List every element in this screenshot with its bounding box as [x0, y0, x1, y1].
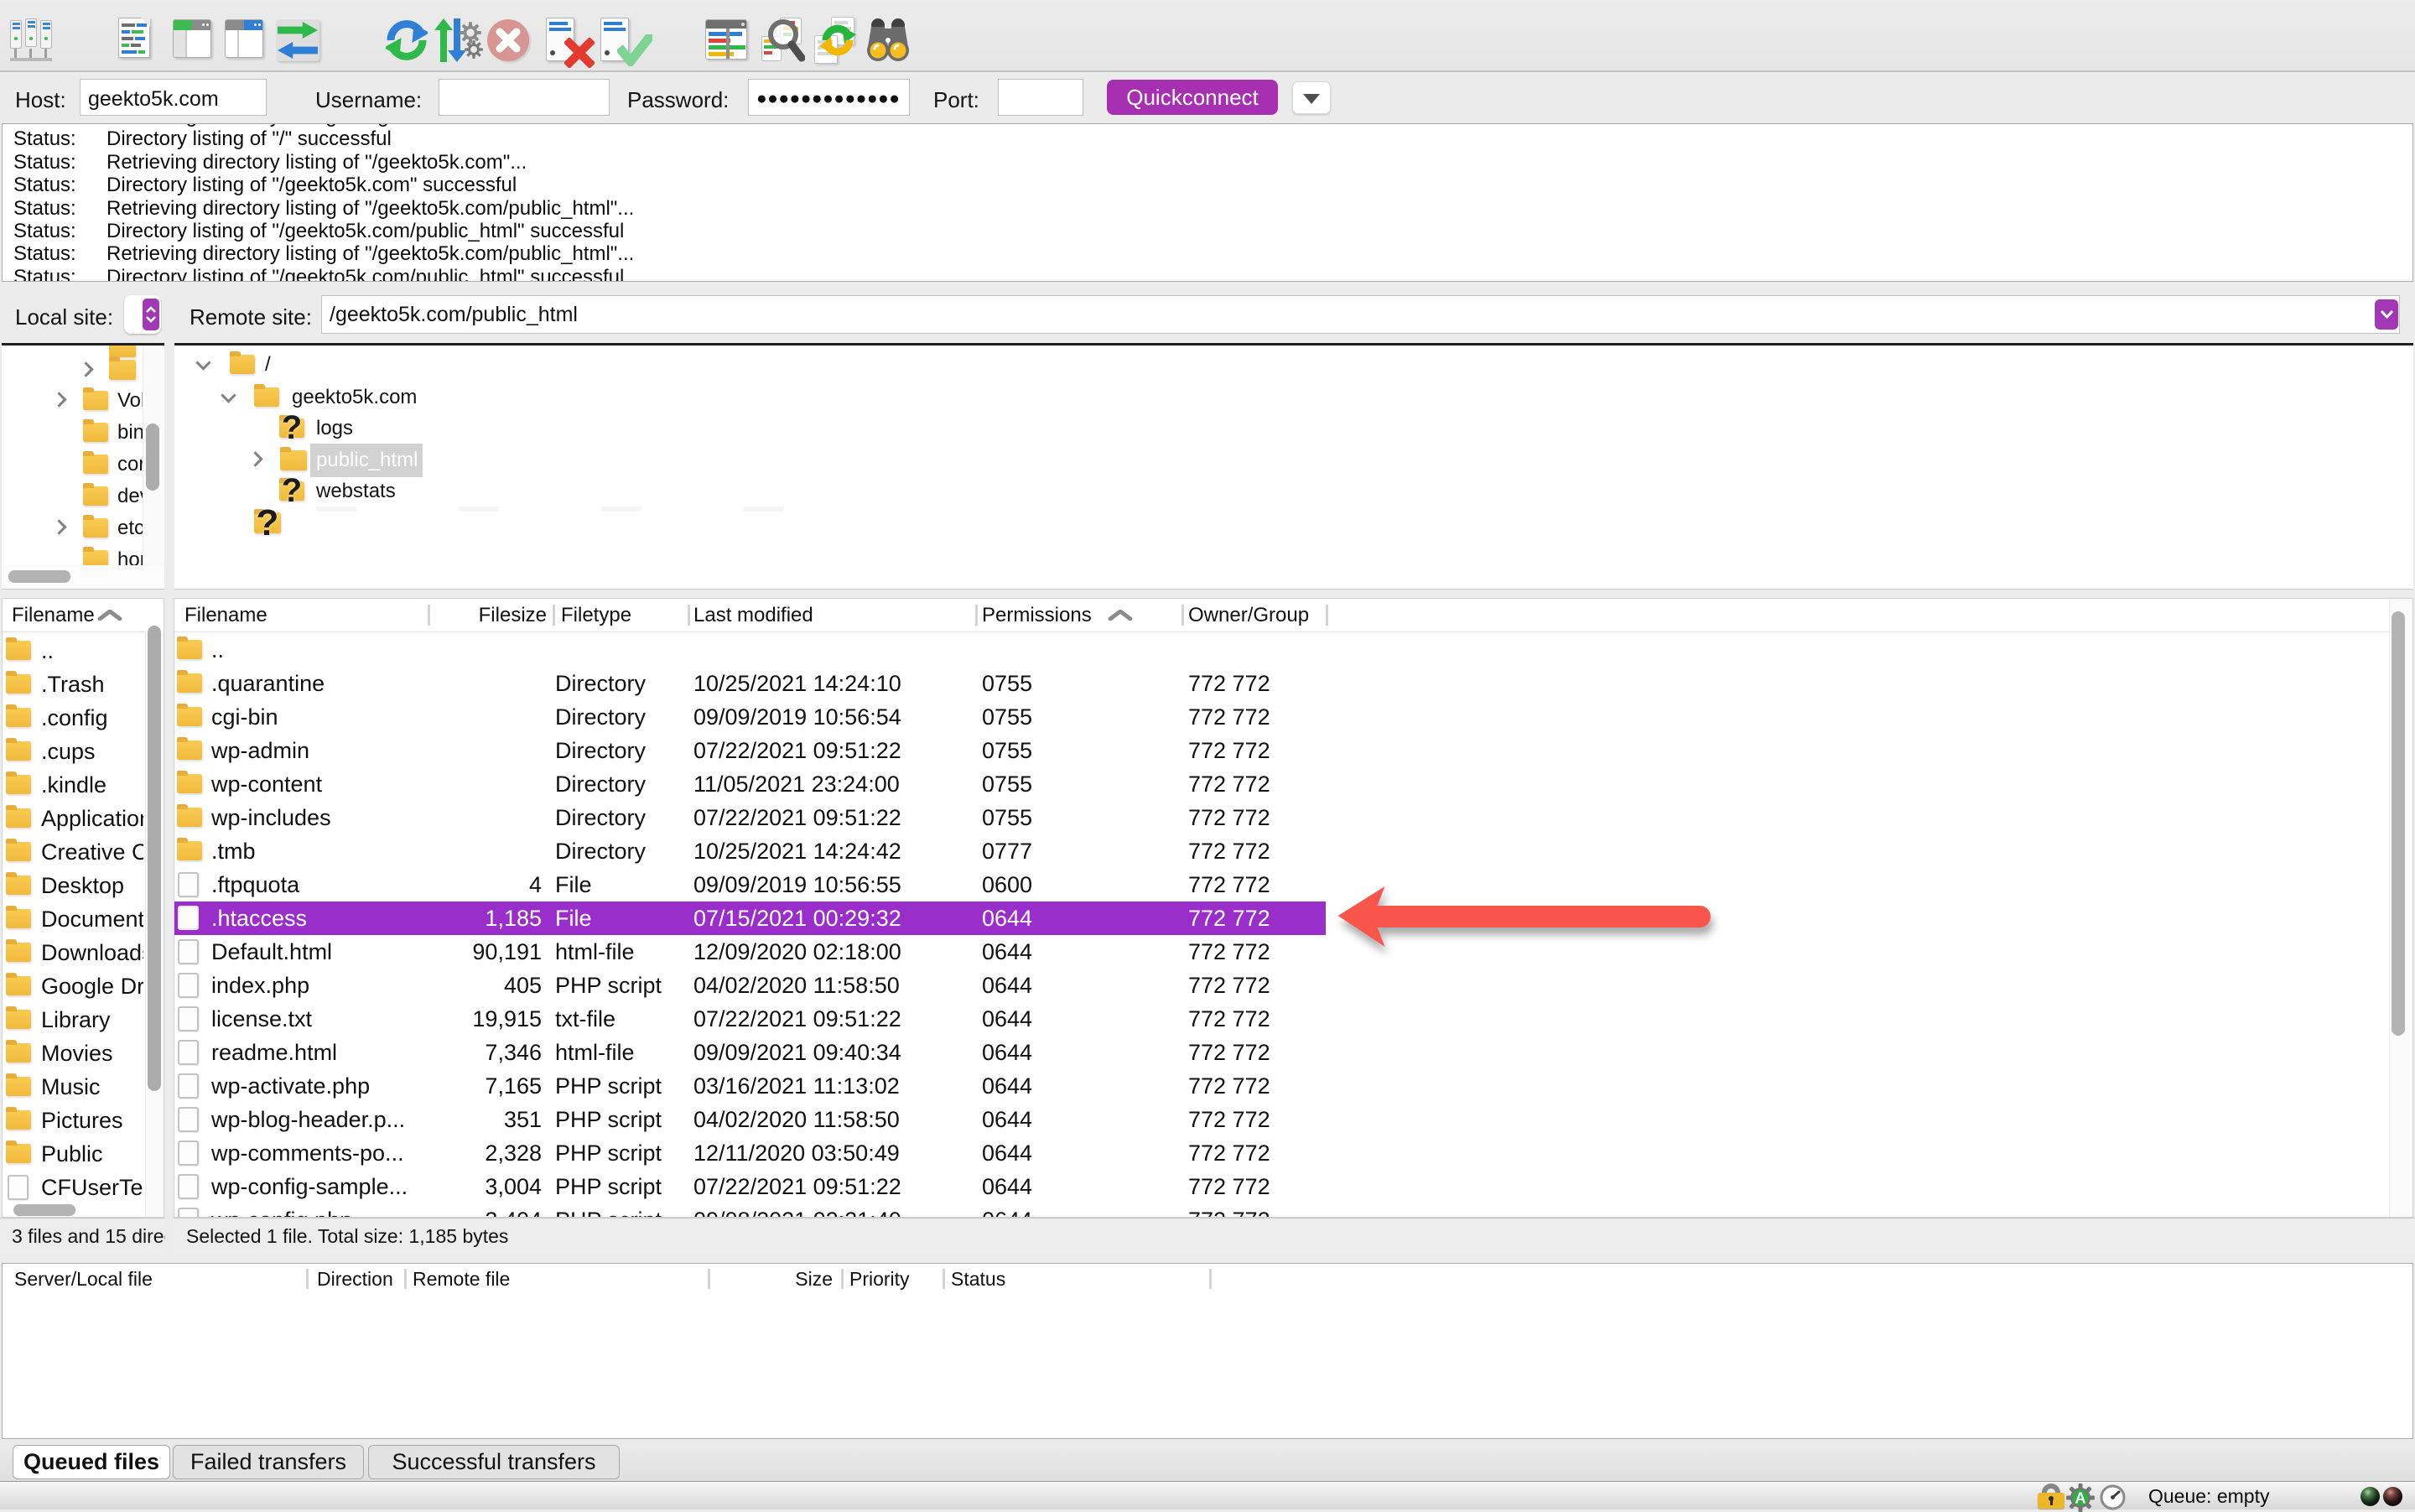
svg-text:A: A: [2075, 1490, 2086, 1507]
